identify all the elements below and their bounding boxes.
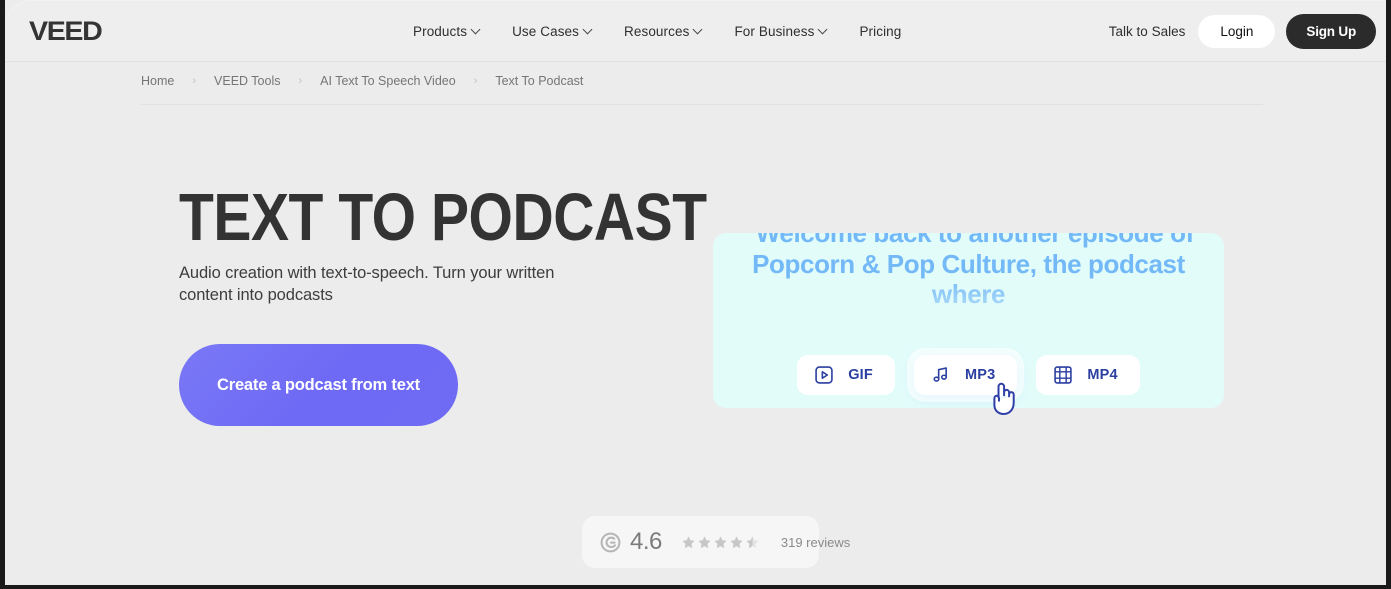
play-in-square-icon [815, 366, 833, 384]
chevron-down-icon [819, 26, 827, 34]
chevron-down-icon [584, 26, 592, 34]
g2-logo-icon [600, 532, 621, 552]
nav-item-label: Pricing [859, 23, 902, 39]
rating-stars [681, 535, 760, 550]
film-strip-icon [1054, 366, 1073, 384]
breadcrumb: Home › VEED Tools › AI Text To Speech Vi… [141, 74, 583, 88]
format-option-label: MP3 [964, 367, 996, 383]
star-filled-icon [682, 535, 695, 548]
podcast-preview-card: “Welcome back to another episode of Popc… [713, 233, 1224, 408]
format-option-mp4[interactable]: MP4 [1036, 355, 1140, 395]
browser-window-frame: VEED Products Use Cases Resources For Bu… [0, 0, 1391, 589]
star-filled-icon [714, 535, 727, 548]
breadcrumb-separator-icon: › [473, 74, 478, 87]
star-filled-icon [698, 535, 711, 548]
nav-item-label: Products [413, 23, 468, 39]
rating-badge: 4.6 319 reviews [582, 516, 850, 568]
nav-item-label: Resources [624, 23, 690, 39]
format-option-label: MP4 [1087, 367, 1118, 383]
top-navigation-bar: VEED Products Use Cases Resources For Bu… [5, 0, 1386, 62]
nav-item-use-cases[interactable]: Use Cases [512, 24, 592, 39]
login-button[interactable]: Login [1198, 14, 1276, 48]
talk-to-sales-link[interactable]: Talk to Sales [1109, 24, 1188, 39]
breadcrumb-item-home[interactable]: Home [141, 74, 174, 88]
format-option-label: GIF [848, 367, 873, 383]
breadcrumb-item-text-to-podcast[interactable]: Text To Podcast [495, 74, 583, 88]
rating-score: 4.6 [630, 528, 662, 555]
review-count: 319 reviews [780, 534, 851, 550]
sign-up-button[interactable]: Sign Up [1286, 13, 1376, 49]
format-option-gif[interactable]: GIF [797, 355, 895, 395]
chevron-down-icon [472, 26, 480, 34]
nav-item-for-business[interactable]: For Business [734, 24, 827, 39]
star-filled-icon [730, 535, 743, 548]
export-format-options: GIF MP3 MP4 [713, 355, 1224, 395]
transcript-preview-text: “Welcome back to another episode of Popc… [743, 233, 1194, 309]
veed-logo[interactable]: VEED [29, 18, 103, 45]
format-option-mp3[interactable]: MP3 [913, 355, 1018, 395]
breadcrumb-divider [141, 104, 1263, 105]
nav-item-pricing[interactable]: Pricing [859, 24, 901, 39]
nav-item-resources[interactable]: Resources [624, 24, 702, 39]
breadcrumb-separator-icon: › [192, 74, 197, 87]
nav-item-products[interactable]: Products [413, 24, 480, 39]
chevron-down-icon [694, 26, 702, 34]
nav-actions: Talk to Sales Login Sign Up [1109, 0, 1376, 62]
star-half-icon [746, 535, 759, 548]
nav-item-label: For Business [734, 23, 815, 39]
page-title: TEXT TO PODCAST [179, 180, 707, 256]
primary-nav-links: Products Use Cases Resources For Busines… [413, 0, 901, 62]
hero-subheading: Audio creation with text-to-speech. Turn… [179, 264, 555, 304]
create-podcast-from-text-button[interactable]: Create a podcast from text [179, 344, 458, 426]
page-viewport: VEED Products Use Cases Resources For Bu… [5, 0, 1386, 585]
breadcrumb-item-veed-tools[interactable]: VEED Tools [214, 74, 280, 88]
nav-item-label: Use Cases [512, 23, 580, 39]
breadcrumb-separator-icon: › [298, 74, 303, 87]
music-note-icon [933, 367, 947, 382]
breadcrumb-item-ai-text-to-speech-video[interactable]: AI Text To Speech Video [320, 74, 456, 88]
